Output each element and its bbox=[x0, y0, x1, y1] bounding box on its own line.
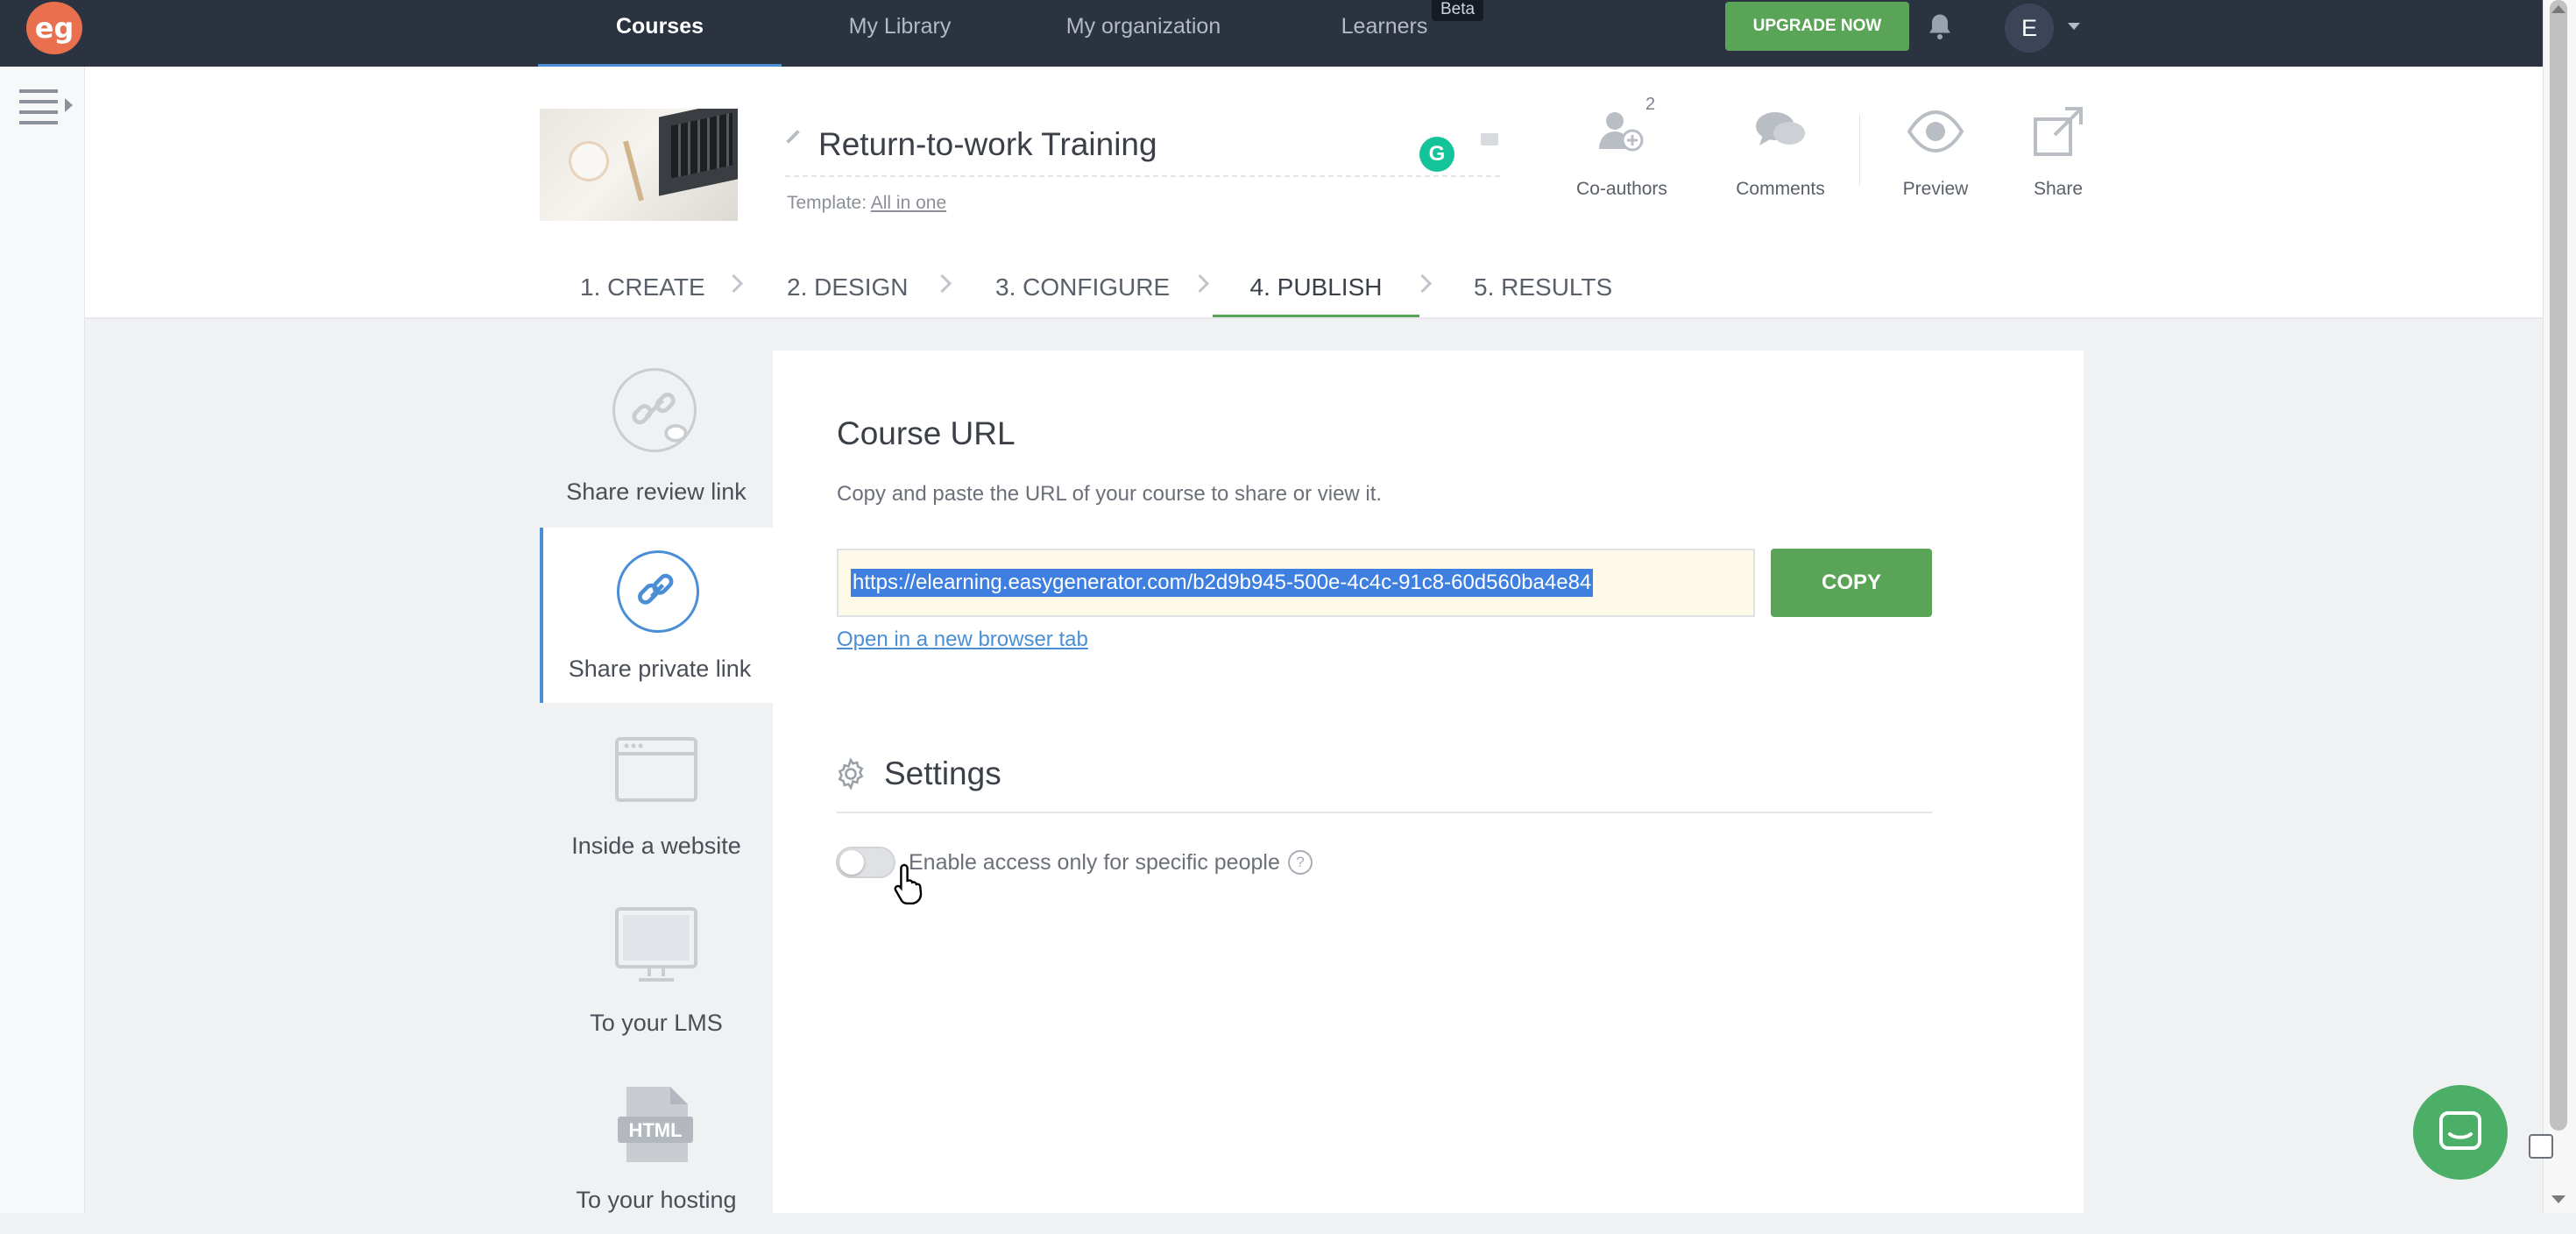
template-label: Template: bbox=[787, 193, 867, 213]
scrollbar-thumb[interactable] bbox=[2550, 0, 2567, 1131]
chevron-down-icon[interactable] bbox=[2068, 23, 2080, 30]
upgrade-now-button[interactable]: UPGRADE NOW bbox=[1725, 2, 1909, 51]
monitor-icon bbox=[615, 907, 697, 982]
share-button[interactable]: Share bbox=[1992, 103, 2124, 200]
tab-configure[interactable]: 3. CONFIGURE bbox=[995, 268, 1170, 317]
header-divider bbox=[1859, 114, 1860, 186]
private-link-icon bbox=[617, 550, 699, 633]
eye-icon bbox=[1907, 110, 1964, 153]
course-url-field[interactable]: https://elearning.easygenerator.com/b2d9… bbox=[837, 549, 1755, 617]
comments-button[interactable]: Comments bbox=[1715, 103, 1846, 200]
user-avatar[interactable]: E bbox=[2005, 4, 2054, 53]
tab-create[interactable]: 1. CREATE bbox=[580, 268, 705, 317]
scroll-down-icon[interactable] bbox=[2551, 1195, 2565, 1203]
toggle-label: Enable access only for specific people bbox=[909, 850, 1280, 875]
easygenerator-logo[interactable]: eg bbox=[26, 2, 82, 54]
publish-option-label: Inside a website bbox=[571, 833, 741, 859]
template-link[interactable]: All in one bbox=[871, 193, 946, 213]
coauthors-button[interactable]: Co-authors bbox=[1556, 103, 1688, 200]
coauthors-icon bbox=[1599, 112, 1644, 152]
publish-option-label: To your LMS bbox=[590, 1010, 723, 1036]
course-url-heading: Course URL bbox=[837, 415, 1016, 451]
nav-my-library[interactable]: My Library bbox=[815, 0, 985, 67]
comments-icon bbox=[1756, 112, 1805, 145]
publish-option-inside-website[interactable]: Inside a website bbox=[540, 705, 773, 880]
screen-capture-icon[interactable] bbox=[2529, 1134, 2553, 1159]
scroll-up-icon[interactable] bbox=[2551, 5, 2565, 13]
settings-divider bbox=[837, 812, 1932, 813]
access-restriction-toggle[interactable] bbox=[836, 847, 895, 878]
svg-text:HTML: HTML bbox=[628, 1119, 682, 1141]
preview-label: Preview bbox=[1902, 179, 1969, 199]
coauthors-label: Co-authors bbox=[1576, 179, 1667, 199]
share-icon bbox=[2034, 107, 2083, 156]
title-underline bbox=[785, 175, 1500, 177]
html-file-icon: HTML bbox=[618, 1087, 693, 1162]
settings-heading: Settings bbox=[884, 755, 1001, 791]
course-url-description: Copy and paste the URL of your course to… bbox=[837, 482, 1383, 506]
nav-my-organization[interactable]: My organization bbox=[1034, 0, 1253, 67]
tab-publish[interactable]: 4. PUBLISH bbox=[1213, 268, 1419, 317]
beta-badge: Beta bbox=[1432, 0, 1484, 21]
chat-icon bbox=[2439, 1111, 2481, 1150]
publish-option-review-link[interactable]: Share review link bbox=[540, 351, 773, 526]
copy-button[interactable]: COPY bbox=[1771, 549, 1932, 617]
grammarly-icon[interactable]: G bbox=[1419, 137, 1454, 172]
review-link-icon bbox=[612, 368, 697, 452]
publish-option-private-link[interactable]: Share private link bbox=[540, 528, 773, 703]
publish-option-label: To your hosting bbox=[576, 1187, 737, 1213]
nav-courses[interactable]: Courses bbox=[538, 0, 782, 67]
share-label: Share bbox=[2033, 179, 2084, 199]
publish-option-label: Share private link bbox=[568, 656, 752, 682]
comments-label: Comments bbox=[1736, 179, 1825, 199]
top-navigation-bar: eg Courses My Library My organization Le… bbox=[0, 0, 2543, 67]
course-thumbnail[interactable] bbox=[540, 109, 738, 221]
template-info: Template: All in one bbox=[787, 193, 946, 214]
left-side-strip bbox=[0, 67, 85, 1213]
publish-option-label: Share review link bbox=[566, 479, 747, 505]
open-new-tab-link[interactable]: Open in a new browser tab bbox=[837, 628, 1088, 652]
publish-option-hosting[interactable]: HTML To your hosting bbox=[540, 1059, 773, 1234]
comment-bubble-icon[interactable] bbox=[1481, 133, 1498, 145]
menu-hamburger-icon[interactable] bbox=[19, 89, 58, 131]
course-title[interactable]: Return-to-work Training bbox=[818, 126, 1157, 163]
browser-window-icon bbox=[615, 737, 697, 802]
preview-button[interactable]: Preview bbox=[1870, 103, 2001, 200]
help-icon[interactable]: ? bbox=[1288, 850, 1313, 875]
tab-design[interactable]: 2. DESIGN bbox=[787, 268, 908, 317]
notifications-bell-icon[interactable] bbox=[1924, 11, 1956, 42]
course-url-value[interactable]: https://elearning.easygenerator.com/b2d9… bbox=[851, 569, 1594, 597]
chat-support-button[interactable] bbox=[2413, 1085, 2508, 1180]
expand-menu-icon[interactable] bbox=[65, 98, 73, 112]
nav-learners[interactable]: Learners bbox=[1321, 0, 1447, 67]
tab-results[interactable]: 5. RESULTS bbox=[1474, 268, 1612, 317]
gear-icon bbox=[838, 757, 864, 791]
publish-option-lms[interactable]: To your LMS bbox=[540, 882, 773, 1057]
hand-cursor-icon bbox=[894, 863, 923, 904]
